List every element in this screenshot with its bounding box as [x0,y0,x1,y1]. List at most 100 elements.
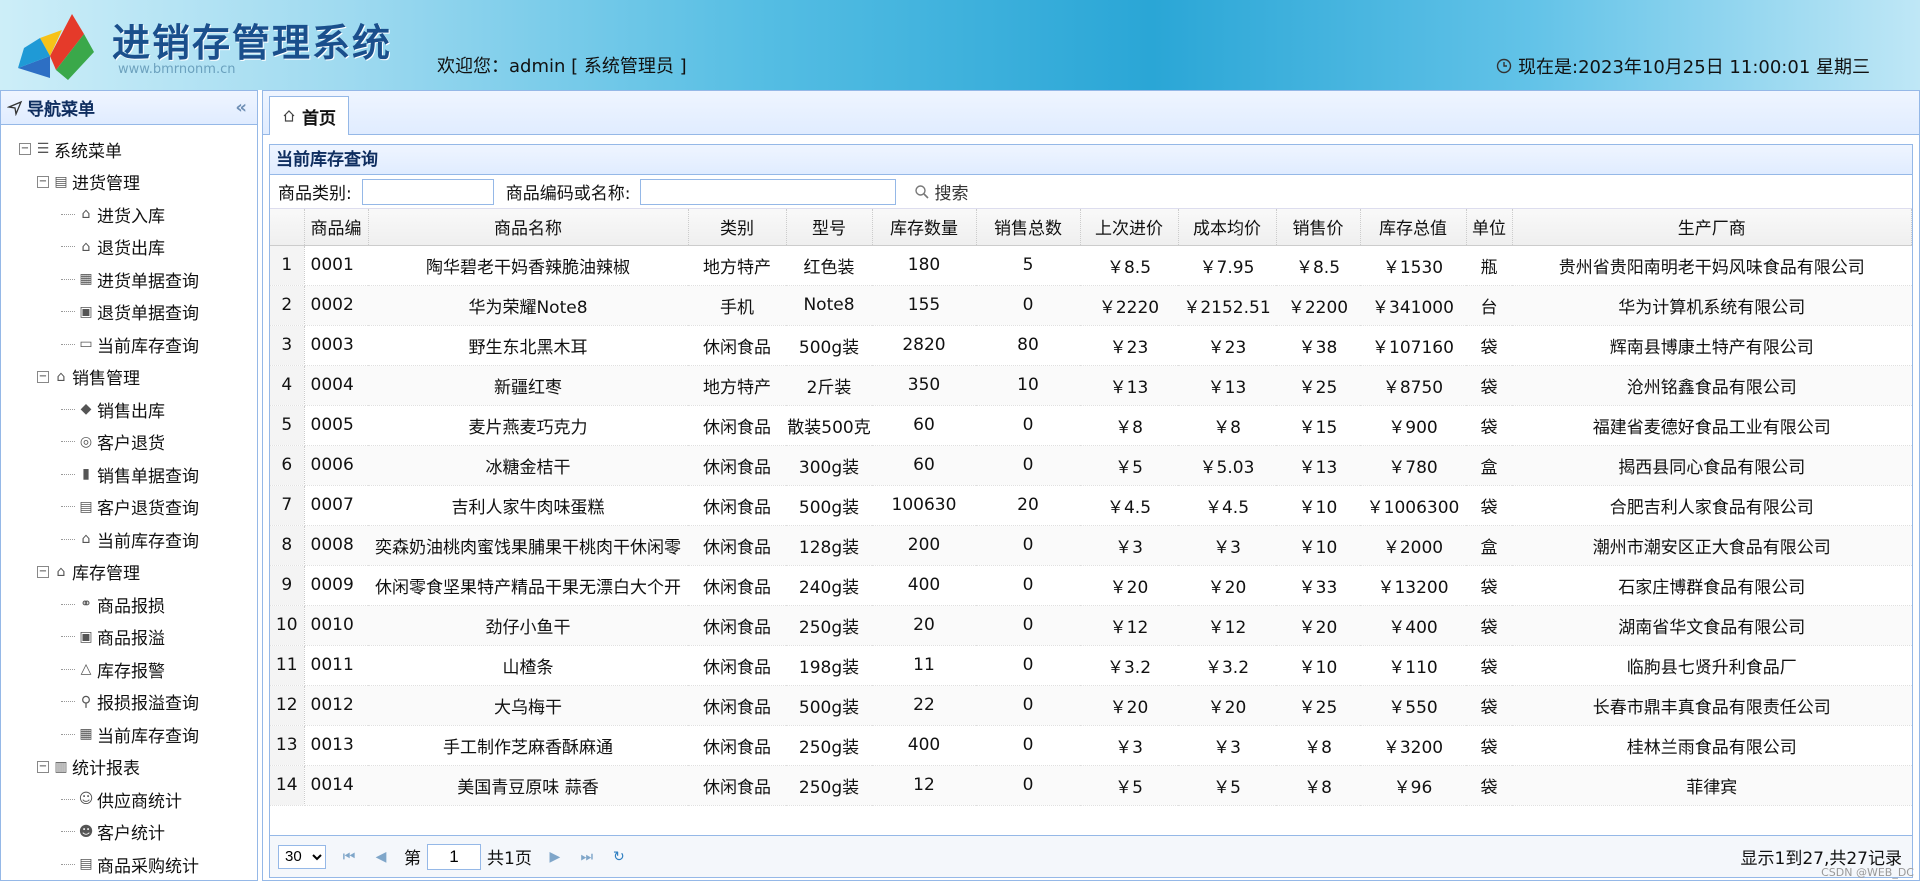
category-input[interactable] [361,178,494,205]
table-row[interactable]: 2 0002 华为荣耀Note8 手机 Note8 155 0 ￥2220 ￥2152.51 ￥2… [270,285,1912,326]
table-cell: 0 [976,765,1080,806]
column-header[interactable]: 生产厂商 [1512,209,1912,246]
tree-group-inventory[interactable]: − ⌂ 库存管理 [1,556,257,589]
table-cell: 0014 [304,765,368,806]
tree-item-sales-doc-query[interactable]: ▮ 销售单据查询 [1,458,257,491]
tree-item-customer-return-query[interactable]: ▤ 客户退货查询 [1,491,257,524]
tree-item-sales-out[interactable]: ◆ 销售出库 [1,393,257,426]
code-name-input[interactable] [640,178,897,205]
tab-home[interactable]: 首页 [269,96,349,135]
table-cell: 500g装 [786,685,872,726]
table-cell: 休闲食品 [688,525,786,566]
table-cell: 0 [976,685,1080,726]
tree-item-surplus-report[interactable]: ▣ 商品报溢 [1,621,257,654]
table-cell: 155 [872,285,976,326]
page-size-select[interactable]: 30 [278,844,326,869]
table-row[interactable]: 1 0001 陶华碧老干妈香辣脆油辣椒 地方特产 红色装 180 5 ￥8.5 ￥7.95 ￥8.… [270,245,1912,286]
tree-item-stock-alarm[interactable]: △ 库存报警 [1,653,257,686]
page-number-input[interactable] [427,843,481,870]
tree-item-stock-query-3[interactable]: ▦ 当前库存查询 [1,718,257,751]
first-page-icon[interactable]: ⏮ [340,849,358,865]
document-icon: ▮ [82,466,90,483]
table-row[interactable]: 10 0010 劲仔小鱼干 休闲食品 250g装 20 0 ￥12 ￥12 ￥20 ￥400 袋湖南省… [270,605,1912,646]
table-row[interactable]: 12 0012 大乌梅干 休闲食品 500g装 22 0 ￥20 ￥20 ￥25 ￥550 袋长春市鼎… [270,685,1912,726]
tree-item-customer-return[interactable]: ◎ 客户退货 [1,426,257,459]
table-row[interactable]: 5 0005 麦片燕麦巧克力 休闲食品 散装500克 60 0 ￥8 ￥8 ￥15 ￥900 袋福建省… [270,405,1912,446]
invoice-icon: ▣ [79,303,93,320]
table-cell: 手工制作芝麻香酥麻通 [368,725,688,766]
tree-item-purchase-stats[interactable]: ▤ 商品采购统计 [1,848,257,881]
row-number: 14 [270,765,305,806]
collapse-toggle-icon[interactable]: − [19,143,31,156]
table-row[interactable]: 14 0014 美国青豆原味 蒜香 休闲食品 250g装 12 0 ￥5 ￥5 ￥8 ￥96 袋菲律宾 [270,765,1912,806]
table-row[interactable]: 8 0008 奕森奶油桃肉蜜饯果脯果干桃肉干休闲零 休闲食品 128g装 200 0 ￥3 ￥3… [270,525,1912,566]
search-button[interactable]: 搜索 [914,179,968,204]
warehouse-in-icon: ⌂ [81,206,91,223]
storehouse-icon: ⌂ [56,563,66,580]
table-row[interactable]: 4 0004 新疆红枣 地方特产 2斤装 350 10 ￥13 ￥13 ￥25 ￥8750 袋沧州铭鑫… [270,365,1912,406]
table-cell: ￥33 [1276,565,1360,606]
table-cell: 60 [872,445,976,486]
tree-item-purchase-doc-query[interactable]: ▦ 进货单据查询 [1,263,257,296]
sidebar-title: 导航菜单 [27,100,95,120]
table-cell: 500g装 [786,325,872,366]
column-header[interactable]: 上次进价 [1080,209,1179,246]
table-cell: 0 [976,605,1080,646]
collapse-toggle-icon[interactable]: − [37,760,49,773]
column-header[interactable]: 销售价 [1276,209,1361,246]
table-row[interactable]: 11 0011 山楂条 休闲食品 198g装 11 0 ￥3.2 ￥3.2 ￥10 ￥110 袋临朐县… [270,645,1912,686]
table-cell: 辉南县博康土特产有限公司 [1512,325,1912,366]
collapse-toggle-icon[interactable]: − [37,370,49,383]
tree-item-customer-stats[interactable]: ☻ 客户统计 [1,816,257,849]
tree-item-damage-surplus-query[interactable]: ⚲ 报损报溢查询 [1,686,257,719]
column-header[interactable]: 商品编 [304,209,369,246]
next-page-icon[interactable]: ▶ [546,849,564,865]
collapse-toggle-icon[interactable]: − [37,565,49,578]
table-row[interactable]: 13 0013 手工制作芝麻香酥麻通 休闲食品 250g装 400 0 ￥3 ￥3 ￥8 ￥3200… [270,725,1912,766]
tree-item-return-doc-query[interactable]: ▣ 退货单据查询 [1,296,257,329]
table-cell: 500g装 [786,485,872,526]
table-cell: ￥4.5 [1080,485,1178,526]
table-row[interactable]: 9 0009 休闲零食坚果特产精品干果无漂白大个开 休闲食品 240g装 400 0 ￥20 ￥… [270,565,1912,606]
tree-group-reports[interactable]: − ▥ 统计报表 [1,751,257,784]
refresh-icon[interactable]: ↻ [610,849,628,865]
prev-page-icon[interactable]: ◀ [372,849,390,865]
column-header[interactable]: 型号 [786,209,873,246]
table-cell: 休闲食品 [688,325,786,366]
column-header[interactable]: 成本均价 [1178,209,1277,246]
table-cell: 新疆红枣 [368,365,688,406]
surplus-icon: ▣ [79,628,93,645]
table-cell: 袋 [1466,645,1512,686]
last-page-icon[interactable]: ⏭ [578,849,596,865]
tree-item-stock-query-1[interactable]: ▭ 当前库存查询 [1,328,257,361]
table-cell: ￥8750 [1360,365,1466,406]
tree-item-stock-query-2[interactable]: ⌂ 当前库存查询 [1,523,257,556]
table-cell: 休闲食品 [688,685,786,726]
tree-group-sales[interactable]: − ⌂ 销售管理 [1,361,257,394]
collapse-toggle-icon[interactable]: − [37,175,49,188]
clock-text: 现在是:2023年10月25日 11:00:01 星期三 [1518,57,1870,78]
column-header[interactable]: 库存数量 [872,209,977,246]
tree-item-supplier-stats[interactable]: ☺ 供应商统计 [1,783,257,816]
table-cell: ￥20 [1080,685,1178,726]
column-header[interactable]: 单位 [1466,209,1513,246]
tree-node-root[interactable]: − ☰ 系统菜单 [1,133,257,166]
table-row[interactable]: 3 0003 野生东北黑木耳 休闲食品 500g装 2820 80 ￥23 ￥23 ￥38 ￥107… [270,325,1912,366]
column-header[interactable]: 库存总值 [1360,209,1467,246]
table-cell: 菲律宾 [1512,765,1912,806]
tree-group-purchase[interactable]: − ▤ 进货管理 [1,166,257,199]
column-header[interactable]: 类别 [688,209,787,246]
tree-item-damage-report[interactable]: ⚭ 商品报损 [1,588,257,621]
table-cell: 12 [872,765,976,806]
column-header[interactable]: 商品名称 [368,209,689,246]
table-cell: 瓶 [1466,245,1512,286]
table-row[interactable]: 7 0007 吉利人家牛肉味蛋糕 休闲食品 500g装 100630 20 ￥4.5 ￥4.5 ￥… [270,485,1912,526]
column-header[interactable]: 销售总数 [976,209,1081,246]
app-header: 进销存管理系统 www.bmrnonm.cn 欢迎您：admin [ 系统管理员… [0,0,1920,90]
table-cell: ￥2152.51 [1178,285,1276,326]
warehouse-out-icon: ⌂ [81,238,91,255]
tree-item-purchase-in[interactable]: ⌂ 进货入库 [1,198,257,231]
collapse-sidebar-button[interactable]: « [235,97,247,118]
tree-item-return-out[interactable]: ⌂ 退货出库 [1,231,257,264]
table-row[interactable]: 6 0006 冰糖金桔干 休闲食品 300g装 60 0 ￥5 ￥5.03 ￥13 ￥780 盒揭西县… [270,445,1912,486]
